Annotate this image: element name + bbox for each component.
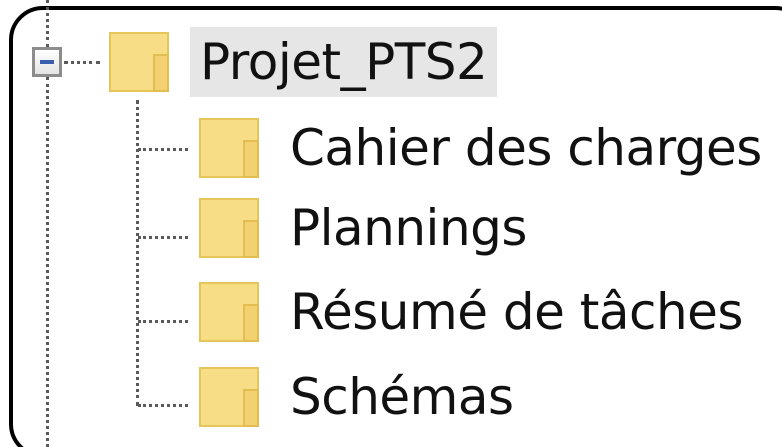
tree-connector-child-h [138, 404, 188, 407]
folder-icon [198, 117, 260, 179]
tree-node-label: Schémas [290, 368, 514, 426]
tree-connector-root-line [46, 0, 49, 47]
folder-icon [198, 281, 260, 343]
tree-node-label: Plannings [290, 199, 527, 257]
minus-icon [40, 60, 54, 64]
tree-node-cahier-des-charges[interactable]: Cahier des charges [198, 113, 768, 183]
collapse-toggle[interactable] [32, 47, 62, 77]
tree-node-label: Résumé de tâches [290, 283, 744, 341]
tree-node-schemas[interactable]: Schémas [198, 362, 520, 432]
tree-node-plannings[interactable]: Plannings [198, 193, 533, 263]
tree-connector-root-h [64, 61, 100, 64]
tree-connector-child-h [138, 236, 188, 239]
folder-icon [198, 366, 260, 428]
tree-connector-children-line [136, 100, 139, 406]
tree-node-root[interactable]: Projet_PTS2 [108, 27, 498, 97]
folder-icon [108, 31, 170, 93]
tree-connector-child-h [138, 320, 188, 323]
folder-icon [198, 197, 260, 259]
tree-node-resume-de-taches[interactable]: Résumé de tâches [198, 277, 749, 347]
tree-node-label: Cahier des charges [290, 119, 762, 177]
tree-connector-root-line-lower [46, 77, 49, 447]
tree-connector-child-h [138, 148, 188, 151]
tree-node-label: Projet_PTS2 [190, 27, 498, 97]
